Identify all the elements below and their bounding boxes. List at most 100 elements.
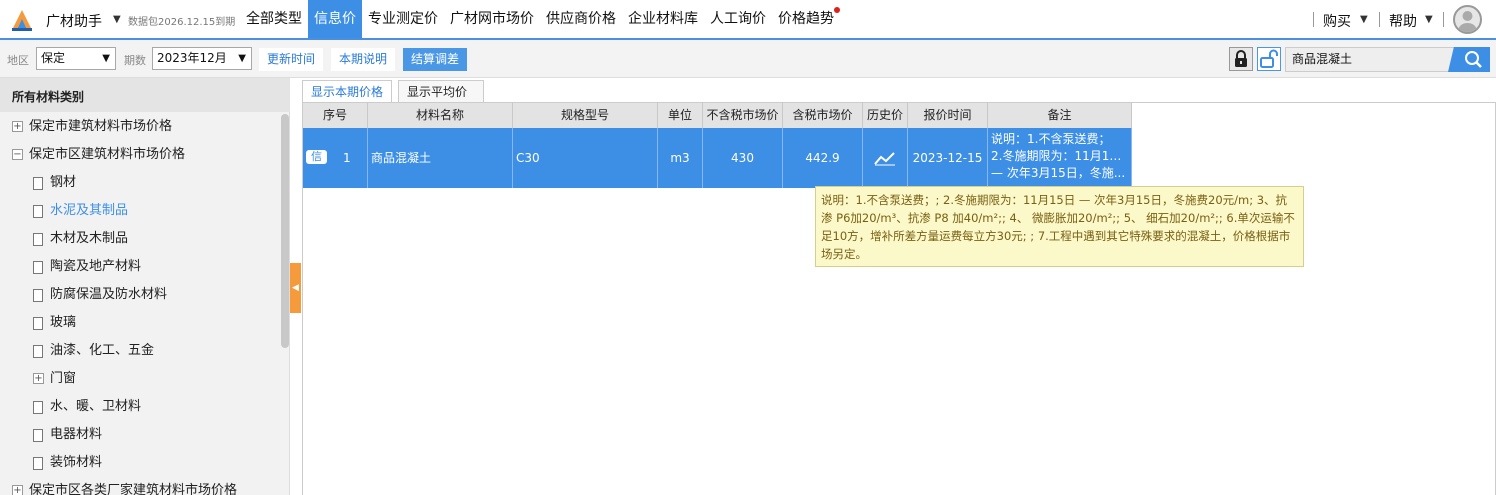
- remark-line: 说明：1.不含泵送费；: [991, 132, 1111, 146]
- expand-icon[interactable]: +: [12, 121, 23, 132]
- search-button[interactable]: [1448, 47, 1490, 72]
- notification-badge: [834, 7, 840, 13]
- period-value: 2023年12月: [157, 51, 227, 65]
- user-avatar-icon[interactable]: [1453, 5, 1482, 34]
- remark-line: 2.冬施期限为：11月15日: [991, 149, 1128, 163]
- tree-item-label: 门窗: [50, 371, 77, 386]
- top-bar: 广材助手 ▼ 数据包2026.12.15到期 全部类型 信息价 专业测定价 广材…: [0, 0, 1496, 40]
- sidebar-scrollbar[interactable]: [281, 114, 289, 348]
- period-select[interactable]: 2023年12月 ▼: [152, 47, 252, 70]
- tree-item-label: 防腐保温及防水材料: [50, 287, 168, 302]
- cell-material-name: 商品混凝土: [368, 128, 513, 188]
- nav-enterprise-library[interactable]: 企业材料库: [622, 0, 704, 38]
- expand-icon[interactable]: +: [12, 485, 23, 495]
- region-value: 保定: [41, 51, 66, 65]
- remark-tooltip: 说明：1.不含泵送费；; 2.冬施期限为：11月15日 — 次年3月15日，冬施…: [815, 186, 1304, 267]
- line-chart-icon[interactable]: [874, 150, 896, 166]
- help-menu[interactable]: 帮助: [1389, 11, 1417, 31]
- help-chevron-down-icon[interactable]: ▼: [1425, 14, 1433, 25]
- app-root: 广材助手 ▼ 数据包2026.12.15到期 全部类型 信息价 专业测定价 广材…: [0, 0, 1496, 495]
- tree-item-label: 木材及木制品: [50, 231, 129, 246]
- nav-label: 全部类型: [246, 11, 302, 27]
- nav-all-types[interactable]: 全部类型: [240, 0, 308, 38]
- col-header-date[interactable]: 报价时间: [908, 103, 988, 128]
- document-icon: [33, 345, 43, 358]
- cell-price-inc-tax: 442.9: [783, 128, 863, 188]
- tree-item-label: 油漆、化工、五金: [50, 343, 155, 358]
- document-icon: [33, 401, 43, 414]
- sidebar-header: 所有材料类别: [0, 78, 290, 112]
- col-header-price-ex-tax[interactable]: 不含税市场价: [703, 103, 783, 128]
- nav-price-trend[interactable]: 价格趋势: [772, 0, 840, 38]
- price-table: 序号 材料名称 规格型号 单位 不含税市场价 含税市场价 历史价 报价时间 备注…: [302, 102, 1496, 495]
- nav-market-price[interactable]: 广材网市场价: [444, 0, 540, 38]
- period-note-button[interactable]: 本期说明: [331, 48, 396, 71]
- app-menu-chevron-down-icon[interactable]: ▼: [113, 14, 121, 25]
- divider: [1313, 12, 1314, 27]
- settlement-adjust-button[interactable]: 结算调差: [403, 48, 468, 71]
- tree-item-label: 钢材: [50, 175, 77, 190]
- package-expiry-note: 数据包2026.12.15到期: [128, 17, 236, 28]
- chevron-down-icon: ▼: [238, 53, 246, 64]
- tree-item-label: 保定市建筑材料市场价格: [29, 119, 173, 134]
- buy-menu[interactable]: 购买: [1323, 11, 1351, 31]
- region-label: 地区: [7, 54, 29, 67]
- tree-item-label: 保定市区各类厂家建筑材料市场价格: [29, 483, 238, 495]
- tree-item-label: 装饰材料: [50, 455, 103, 470]
- cell-remark: 说明：1.不含泵送费； 2.冬施期限为：11月15日 — 次年3月15日，冬施.…: [988, 128, 1132, 188]
- expand-icon[interactable]: +: [33, 373, 44, 384]
- period-label: 期数: [124, 54, 146, 67]
- tree-item-label: 保定市区建筑材料市场价格: [29, 147, 186, 162]
- col-header-remark[interactable]: 备注: [988, 103, 1132, 128]
- nav-label: 信息价: [314, 11, 356, 27]
- info-badge: 信: [306, 150, 327, 164]
- document-icon: [33, 317, 43, 330]
- nav-info-price[interactable]: 信息价: [308, 0, 362, 38]
- cell-history: [863, 128, 908, 188]
- collapse-icon[interactable]: −: [12, 149, 23, 160]
- tab-current-price[interactable]: 显示本期价格: [302, 80, 392, 102]
- buy-chevron-down-icon[interactable]: ▼: [1360, 14, 1368, 25]
- nav-supplier-price[interactable]: 供应商价格: [540, 0, 622, 38]
- tree-item-label: 水泥及其制品: [50, 203, 129, 218]
- tab-average-price[interactable]: 显示平均价: [398, 80, 484, 102]
- unlock-icon[interactable]: [1257, 47, 1281, 71]
- lock-icon[interactable]: [1229, 47, 1253, 71]
- document-icon: [33, 177, 43, 190]
- tree-item-label: 陶瓷及地产材料: [50, 259, 142, 274]
- table-row[interactable]: 信 1 商品混凝土 C30 m3 430 442.9 2023-12-15 说明…: [303, 128, 1132, 188]
- cell-date: 2023-12-15: [908, 128, 988, 188]
- divider: [1379, 12, 1380, 27]
- cell-index: 信 1: [303, 128, 368, 188]
- nav-label: 价格趋势: [778, 11, 834, 27]
- divider: [1443, 12, 1444, 27]
- cell-price-ex-tax: 430: [703, 128, 783, 188]
- nav-label: 人工询价: [710, 11, 766, 27]
- row-index: 1: [343, 151, 351, 165]
- filter-toolbar: 地区 保定 ▼ 期数 2023年12月 ▼ 更新时间 本期说明 结算调差 商品混…: [0, 40, 1496, 78]
- col-header-index[interactable]: 序号: [303, 103, 368, 128]
- search-input[interactable]: 商品混凝土: [1285, 47, 1465, 72]
- document-icon: [33, 457, 43, 470]
- update-time-button[interactable]: 更新时间: [259, 48, 324, 71]
- col-header-unit[interactable]: 单位: [658, 103, 703, 128]
- cell-spec: C30: [513, 128, 658, 188]
- app-title[interactable]: 广材助手: [46, 11, 102, 31]
- category-sidebar: 所有材料类别 + 保定市建筑材料市场价格 − 保定市区建筑材料市场价格钢材水泥及其制品…: [0, 78, 290, 495]
- nav-manual-inquiry[interactable]: 人工询价: [704, 0, 772, 38]
- nav-label: 企业材料库: [628, 11, 698, 27]
- cell-unit: m3: [658, 128, 703, 188]
- main-nav: 全部类型 信息价 专业测定价 广材网市场价 供应商价格 企业材料库 人工询价 价…: [240, 0, 840, 38]
- col-header-price-inc-tax[interactable]: 含税市场价: [783, 103, 863, 128]
- col-header-history[interactable]: 历史价: [863, 103, 908, 128]
- col-header-name[interactable]: 材料名称: [368, 103, 513, 128]
- remark-line: — 次年3月15日，冬施...: [991, 166, 1126, 180]
- tree-item-label: 水、暖、卫材料: [50, 399, 142, 414]
- document-icon: [33, 429, 43, 442]
- nav-professional-price[interactable]: 专业测定价: [362, 0, 444, 38]
- collapse-sidebar-chevron-left-icon[interactable]: ◀: [290, 263, 301, 313]
- region-select[interactable]: 保定 ▼: [36, 47, 116, 70]
- col-header-spec[interactable]: 规格型号: [513, 103, 658, 128]
- app-logo-icon: [9, 7, 35, 33]
- document-icon: [33, 233, 43, 246]
